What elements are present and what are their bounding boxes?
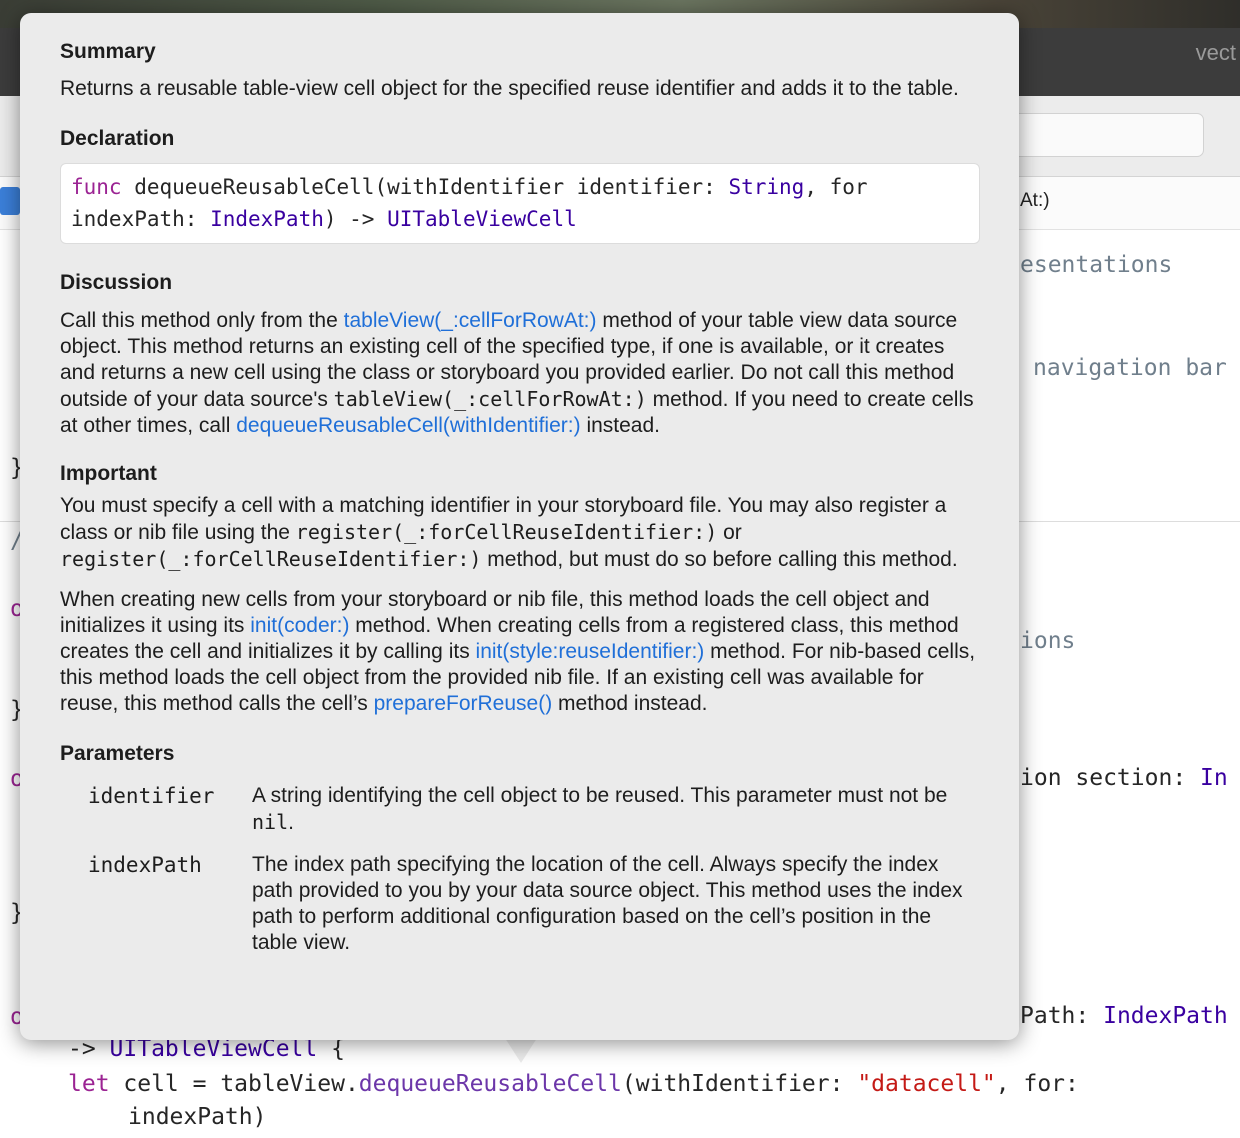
- summary-text: Returns a reusable table-view cell objec…: [60, 77, 959, 100]
- link-dequeue-reusable-cell[interactable]: dequeueReusableCell(withIdentifier:): [236, 414, 580, 437]
- parameters-heading: Parameters: [60, 742, 175, 765]
- parameter-description: A string identifying the cell object to …: [252, 783, 980, 836]
- code-text: cell = tableView.: [109, 1071, 359, 1097]
- text-run: Call this method only from the: [60, 309, 344, 332]
- link-prepare-for-reuse[interactable]: prepareForReuse(): [374, 692, 553, 715]
- declaration-heading: Declaration: [60, 127, 175, 150]
- discussion-heading: Discussion: [60, 271, 173, 294]
- inline-code: register(_:forCellReuseIdentifier:): [295, 520, 718, 544]
- jump-bar-method-label[interactable]: At:): [1020, 190, 1050, 212]
- code-keyword: let: [68, 1071, 110, 1097]
- text-run: instead.: [580, 414, 660, 437]
- swift-file-icon[interactable]: [0, 187, 20, 215]
- text-run: method instead.: [552, 692, 708, 715]
- code-line-continuation: indexPath): [128, 1104, 267, 1130]
- code-text: , for:: [995, 1071, 1079, 1097]
- code-method: dequeueReusableCell: [358, 1071, 622, 1097]
- text-run: method, but must do so before calling th…: [481, 548, 958, 571]
- summary-heading: Summary: [60, 40, 156, 63]
- window-title: vect: [1195, 40, 1236, 65]
- code-text: (withIdentifier:: [621, 1071, 858, 1097]
- declaration-keyword: func: [71, 175, 122, 199]
- quick-help-content: Summary Returns a reusable table-view ce…: [60, 39, 980, 956]
- inline-code: register(_:forCellReuseIdentifier:): [60, 547, 482, 571]
- important-text: You must specify a cell with a matching …: [60, 493, 980, 573]
- code-comment-fragment: navigation bar: [1033, 355, 1227, 381]
- important-heading: Important: [60, 462, 157, 485]
- declaration-text: ) ->: [323, 207, 388, 231]
- code-line-fragment: ion section: In: [1020, 765, 1228, 791]
- quick-help-popover: Summary Returns a reusable table-view ce…: [20, 13, 1019, 1040]
- declaration-code-block: func dequeueReusableCell(withIdentifier …: [60, 163, 980, 244]
- code-comment-fragment: esentations: [1020, 252, 1173, 278]
- text-run: A string identifying the cell object to …: [252, 784, 948, 807]
- link-init-style-reuseidentifier[interactable]: init(style:reuseIdentifier:): [476, 640, 705, 663]
- parameter-name: identifier: [88, 784, 215, 808]
- code-text: ion section:: [1020, 765, 1201, 791]
- code-string: "datacell": [857, 1071, 996, 1097]
- parameter-row: indexPath The index path specifying the …: [60, 852, 980, 956]
- declaration-type: String: [728, 175, 805, 199]
- inline-code: tableView(_:cellForRowAt:): [333, 387, 647, 411]
- creating-cells-text: When creating new cells from your storyb…: [60, 587, 980, 717]
- code-text: Path:: [1020, 1003, 1104, 1029]
- parameter-description: The index path specifying the location o…: [252, 853, 963, 954]
- code-type: IndexPath: [1103, 1003, 1228, 1029]
- declaration-type: IndexPath: [210, 207, 324, 231]
- declaration-name: dequeueReusableCell(withIdentifier ident…: [121, 175, 729, 199]
- link-tableview-cellforrowat[interactable]: tableView(_:cellForRowAt:): [344, 309, 597, 332]
- inline-code: nil: [252, 810, 289, 834]
- text-run: .: [288, 811, 294, 834]
- parameter-row: identifier A string identifying the cell…: [60, 783, 980, 836]
- code-line-fragment: Path: IndexPath: [1020, 1003, 1228, 1029]
- declaration-return-type: UITableViewCell: [387, 207, 577, 231]
- text-run: or: [717, 521, 742, 544]
- code-line-let: let cell = tableView.dequeueReusableCell…: [68, 1071, 1079, 1097]
- code-type: In: [1200, 765, 1228, 791]
- link-init-coder[interactable]: init(coder:): [250, 614, 349, 637]
- parameter-name: indexPath: [88, 853, 202, 877]
- code-comment-fragment: ions: [1020, 628, 1076, 654]
- discussion-text: Call this method only from the tableView…: [60, 308, 980, 439]
